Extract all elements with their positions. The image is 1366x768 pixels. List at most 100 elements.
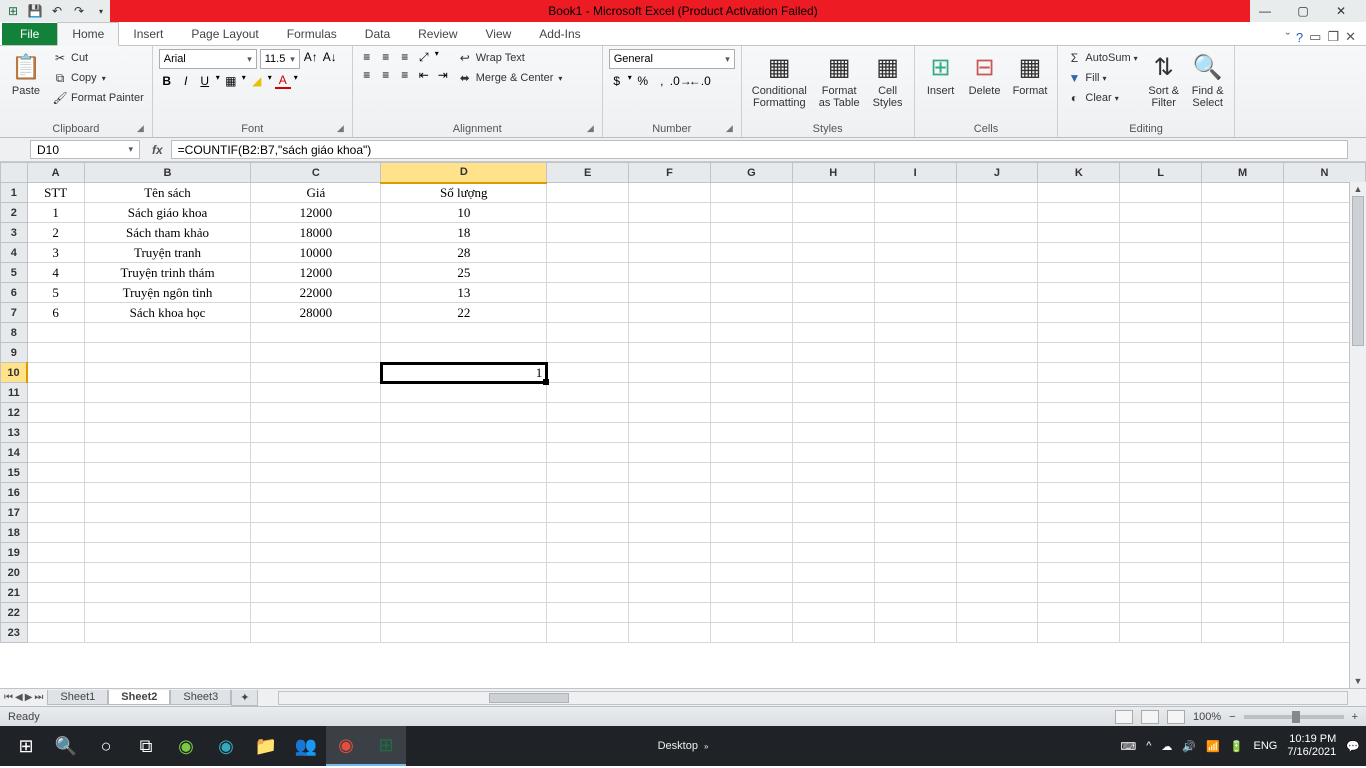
cell-C8[interactable] [251,323,381,343]
cell-L21[interactable] [1120,583,1202,603]
cell-E22[interactable] [547,603,629,623]
cell-J12[interactable] [956,403,1038,423]
cell-C6[interactable]: 22000 [251,283,381,303]
delete-cells-button[interactable]: ⊟Delete [965,49,1005,99]
row-header-20[interactable]: 20 [1,563,28,583]
cell-H18[interactable] [792,523,874,543]
row-header-8[interactable]: 8 [1,323,28,343]
cell-styles-button[interactable]: ▦Cell Styles [868,49,908,111]
orientation-icon[interactable]: ⤢ [416,49,432,65]
cell-A1[interactable]: STT [27,183,84,203]
cell-G21[interactable] [710,583,792,603]
find-select-button[interactable]: 🔍Find & Select [1188,49,1228,111]
cell-D18[interactable] [381,523,547,543]
cell-L7[interactable] [1120,303,1202,323]
cell-F10[interactable] [629,363,711,383]
zoom-in-button[interactable]: + [1352,711,1358,723]
sheet-tab-3[interactable]: Sheet3 [170,690,231,705]
cell-I9[interactable] [874,343,956,363]
dialog-launcher-icon[interactable]: ◢ [587,123,594,134]
underline-button[interactable]: U [197,73,213,89]
cell-K23[interactable] [1038,623,1120,643]
cell-I23[interactable] [874,623,956,643]
cell-K12[interactable] [1038,403,1120,423]
cell-B3[interactable]: Sách tham khảo [84,223,251,243]
cell-H5[interactable] [792,263,874,283]
cell-L15[interactable] [1120,463,1202,483]
cell-H17[interactable] [792,503,874,523]
cell-J8[interactable] [956,323,1038,343]
cell-H3[interactable] [792,223,874,243]
cell-I14[interactable] [874,443,956,463]
dialog-launcher-icon[interactable]: ◢ [137,123,144,134]
cell-C5[interactable]: 12000 [251,263,381,283]
cell-H12[interactable] [792,403,874,423]
cell-G12[interactable] [710,403,792,423]
cell-D10[interactable]: 1 [381,363,547,383]
scroll-down-icon[interactable]: ▼ [1350,674,1366,688]
cell-M17[interactable] [1202,503,1284,523]
cell-B2[interactable]: Sách giáo khoa [84,203,251,223]
cell-L2[interactable] [1120,203,1202,223]
wrap-text-button[interactable]: ↩Wrap Text [455,49,565,67]
cell-A7[interactable]: 6 [27,303,84,323]
tab-formulas[interactable]: Formulas [273,23,351,45]
cell-L3[interactable] [1120,223,1202,243]
cell-G15[interactable] [710,463,792,483]
cell-A5[interactable]: 4 [27,263,84,283]
fill-color-button[interactable]: ◢ [249,73,265,89]
tray-chevron-icon[interactable]: ^ [1146,740,1151,752]
cell-J5[interactable] [956,263,1038,283]
cell-I1[interactable] [874,183,956,203]
cell-B5[interactable]: Truyện trinh thám [84,263,251,283]
cell-E6[interactable] [547,283,629,303]
cell-A11[interactable] [27,383,84,403]
cell-H23[interactable] [792,623,874,643]
col-header-K[interactable]: K [1038,163,1120,183]
cell-G7[interactable] [710,303,792,323]
cell-K10[interactable] [1038,363,1120,383]
tray-battery-icon[interactable]: 🔋 [1230,740,1244,753]
cell-G18[interactable] [710,523,792,543]
cell-C9[interactable] [251,343,381,363]
cell-C17[interactable] [251,503,381,523]
tab-addins[interactable]: Add-Ins [525,23,594,45]
align-center-icon[interactable]: ≡ [378,67,394,83]
cell-K7[interactable] [1038,303,1120,323]
cell-A19[interactable] [27,543,84,563]
cell-K14[interactable] [1038,443,1120,463]
cell-M9[interactable] [1202,343,1284,363]
cell-I18[interactable] [874,523,956,543]
row-header-9[interactable]: 9 [1,343,28,363]
cell-I10[interactable] [874,363,956,383]
cell-A22[interactable] [27,603,84,623]
cell-K22[interactable] [1038,603,1120,623]
cell-K20[interactable] [1038,563,1120,583]
row-header-3[interactable]: 3 [1,223,28,243]
number-format-combo[interactable]: General▾ [609,49,735,69]
tray-wifi-icon[interactable]: 📶 [1206,740,1220,753]
tab-insert[interactable]: Insert [119,23,177,45]
cell-A16[interactable] [27,483,84,503]
cell-I11[interactable] [874,383,956,403]
cell-M2[interactable] [1202,203,1284,223]
row-header-5[interactable]: 5 [1,263,28,283]
ribbon-restore-icon[interactable]: ❐ [1327,29,1339,45]
cell-C12[interactable] [251,403,381,423]
cell-E11[interactable] [547,383,629,403]
cell-I7[interactable] [874,303,956,323]
select-all-corner[interactable] [1,163,28,183]
cell-F18[interactable] [629,523,711,543]
cell-D12[interactable] [381,403,547,423]
cell-L6[interactable] [1120,283,1202,303]
cell-D20[interactable] [381,563,547,583]
excel-task-icon[interactable]: ⊞ [366,726,406,766]
cell-B9[interactable] [84,343,251,363]
font-size-combo[interactable]: 11.5▾ [260,49,300,69]
cell-J2[interactable] [956,203,1038,223]
cell-J14[interactable] [956,443,1038,463]
cell-G3[interactable] [710,223,792,243]
cell-E7[interactable] [547,303,629,323]
search-icon[interactable]: 🔍 [46,726,86,766]
col-header-N[interactable]: N [1284,163,1366,183]
